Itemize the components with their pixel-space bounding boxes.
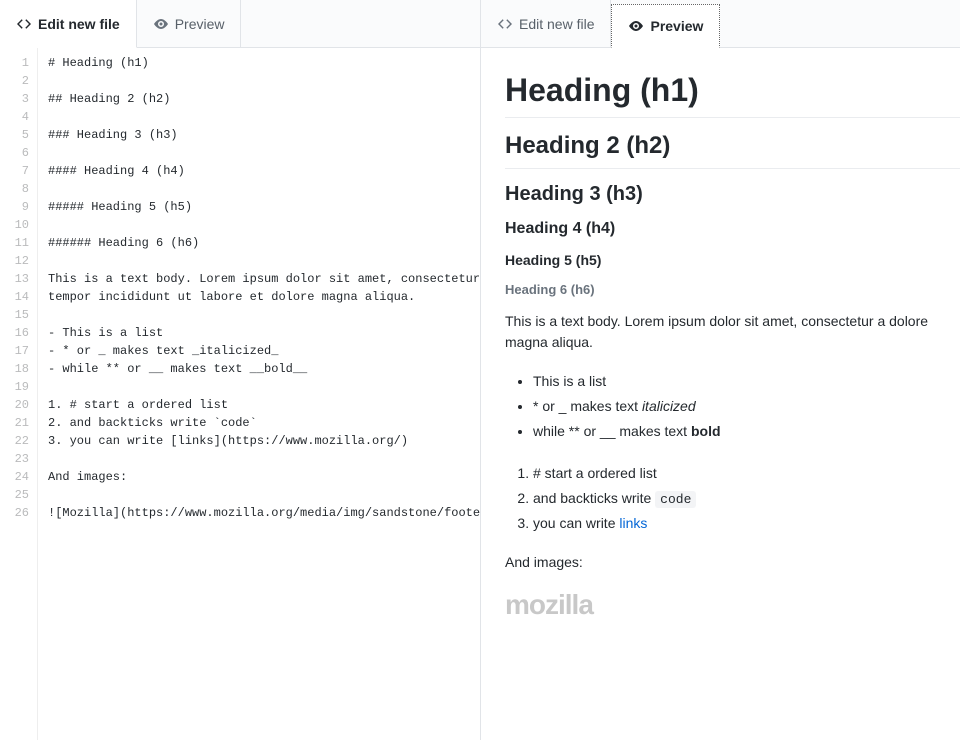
code-line[interactable]: tempor incididunt ut labore et dolore ma… — [48, 288, 480, 306]
line-number: 22 — [0, 432, 29, 450]
line-number: 5 — [0, 126, 29, 144]
code-line[interactable] — [48, 216, 480, 234]
code-editor[interactable]: 1234567891011121314151617181920212223242… — [0, 48, 480, 740]
bold-text: bold — [691, 423, 721, 439]
code-line[interactable] — [48, 144, 480, 162]
code-line[interactable] — [48, 306, 480, 324]
tab-preview-label: Preview — [650, 18, 703, 34]
preview-ordered-list: # start a ordered list and backticks wri… — [505, 461, 960, 537]
line-number: 17 — [0, 342, 29, 360]
line-number: 15 — [0, 306, 29, 324]
line-number-gutter: 1234567891011121314151617181920212223242… — [0, 48, 38, 740]
preview-h3: Heading 3 (h3) — [505, 183, 960, 206]
code-line[interactable]: This is a text body. Lorem ipsum dolor s… — [48, 270, 480, 288]
line-number: 18 — [0, 360, 29, 378]
code-icon — [497, 16, 513, 32]
code-line[interactable]: ##### Heading 5 (h5) — [48, 198, 480, 216]
list-item: This is a list — [533, 369, 960, 394]
line-number: 26 — [0, 504, 29, 522]
line-number: 1 — [0, 54, 29, 72]
code-line[interactable] — [48, 180, 480, 198]
line-number: 8 — [0, 180, 29, 198]
code-line[interactable]: #### Heading 4 (h4) — [48, 162, 480, 180]
preview-h6: Heading 6 (h6) — [505, 282, 960, 297]
line-number: 21 — [0, 414, 29, 432]
tab-preview[interactable]: Preview — [137, 0, 242, 48]
code-line[interactable] — [48, 72, 480, 90]
eye-icon — [153, 16, 169, 32]
line-number: 25 — [0, 486, 29, 504]
list-item: you can write links — [533, 511, 960, 536]
code-line[interactable]: ![Mozilla](https://www.mozilla.org/media… — [48, 504, 480, 522]
line-number: 6 — [0, 144, 29, 162]
line-number: 10 — [0, 216, 29, 234]
line-number: 19 — [0, 378, 29, 396]
list-item: while ** or __ makes text bold — [533, 419, 960, 444]
line-number: 3 — [0, 90, 29, 108]
line-number: 16 — [0, 324, 29, 342]
editor-tabbar: Edit new file Preview — [0, 0, 480, 48]
preview-pane: Edit new file Preview Heading (h1) Headi… — [480, 0, 960, 740]
line-number: 12 — [0, 252, 29, 270]
line-number: 14 — [0, 288, 29, 306]
code-line[interactable]: - This is a list — [48, 324, 480, 342]
line-number: 13 — [0, 270, 29, 288]
code-content[interactable]: # Heading (h1) ## Heading 2 (h2) ### Hea… — [38, 48, 480, 740]
editor-pane: Edit new file Preview 123456789101112131… — [0, 0, 480, 740]
preview-unordered-list: This is a list * or _ makes text italici… — [505, 369, 960, 445]
inline-code: code — [655, 491, 696, 508]
code-line[interactable]: ###### Heading 6 (h6) — [48, 234, 480, 252]
line-number: 7 — [0, 162, 29, 180]
tab-edit-label: Edit new file — [38, 16, 120, 32]
preview-images-label: And images: — [505, 552, 960, 573]
tab-preview-label: Preview — [175, 16, 225, 32]
line-number: 11 — [0, 234, 29, 252]
line-number: 2 — [0, 72, 29, 90]
code-line[interactable] — [48, 108, 480, 126]
tab-edit-new-file[interactable]: Edit new file — [0, 0, 137, 48]
code-line[interactable]: 2. and backticks write `code` — [48, 414, 480, 432]
tab-edit-new-file[interactable]: Edit new file — [481, 0, 611, 48]
tab-preview[interactable]: Preview — [611, 4, 720, 48]
code-line[interactable] — [48, 486, 480, 504]
eye-icon — [628, 18, 644, 34]
code-line[interactable]: - while ** or __ makes text __bold__ — [48, 360, 480, 378]
code-line[interactable]: # Heading (h1) — [48, 54, 480, 72]
code-line[interactable] — [48, 378, 480, 396]
tab-edit-label: Edit new file — [519, 16, 594, 32]
preview-link[interactable]: links — [619, 515, 647, 531]
preview-h4: Heading 4 (h4) — [505, 220, 960, 238]
list-item: * or _ makes text italicized — [533, 394, 960, 419]
line-number: 9 — [0, 198, 29, 216]
preview-h5: Heading 5 (h5) — [505, 252, 960, 268]
markdown-preview: Heading (h1) Heading 2 (h2) Heading 3 (h… — [481, 48, 960, 740]
code-line[interactable]: And images: — [48, 468, 480, 486]
line-number: 24 — [0, 468, 29, 486]
line-number: 23 — [0, 450, 29, 468]
code-line[interactable]: ## Heading 2 (h2) — [48, 90, 480, 108]
code-line[interactable]: 1. # start a ordered list — [48, 396, 480, 414]
preview-body-text: This is a text body. Lorem ipsum dolor s… — [505, 311, 960, 353]
code-line[interactable]: 3. you can write [links](https://www.moz… — [48, 432, 480, 450]
line-number: 20 — [0, 396, 29, 414]
code-line[interactable]: - * or _ makes text _italicized_ — [48, 342, 480, 360]
list-item: and backticks write code — [533, 486, 960, 511]
code-icon — [16, 16, 32, 32]
mozilla-logo-image: mozilla — [505, 589, 960, 621]
preview-h1: Heading (h1) — [505, 72, 960, 118]
code-line[interactable] — [48, 450, 480, 468]
code-line[interactable]: ### Heading 3 (h3) — [48, 126, 480, 144]
preview-tabbar: Edit new file Preview — [481, 0, 960, 48]
line-number: 4 — [0, 108, 29, 126]
list-item: # start a ordered list — [533, 461, 960, 486]
app-frame: Edit new file Preview 123456789101112131… — [0, 0, 960, 740]
italic-text: italicized — [642, 398, 696, 414]
preview-h2: Heading 2 (h2) — [505, 132, 960, 169]
code-line[interactable] — [48, 252, 480, 270]
